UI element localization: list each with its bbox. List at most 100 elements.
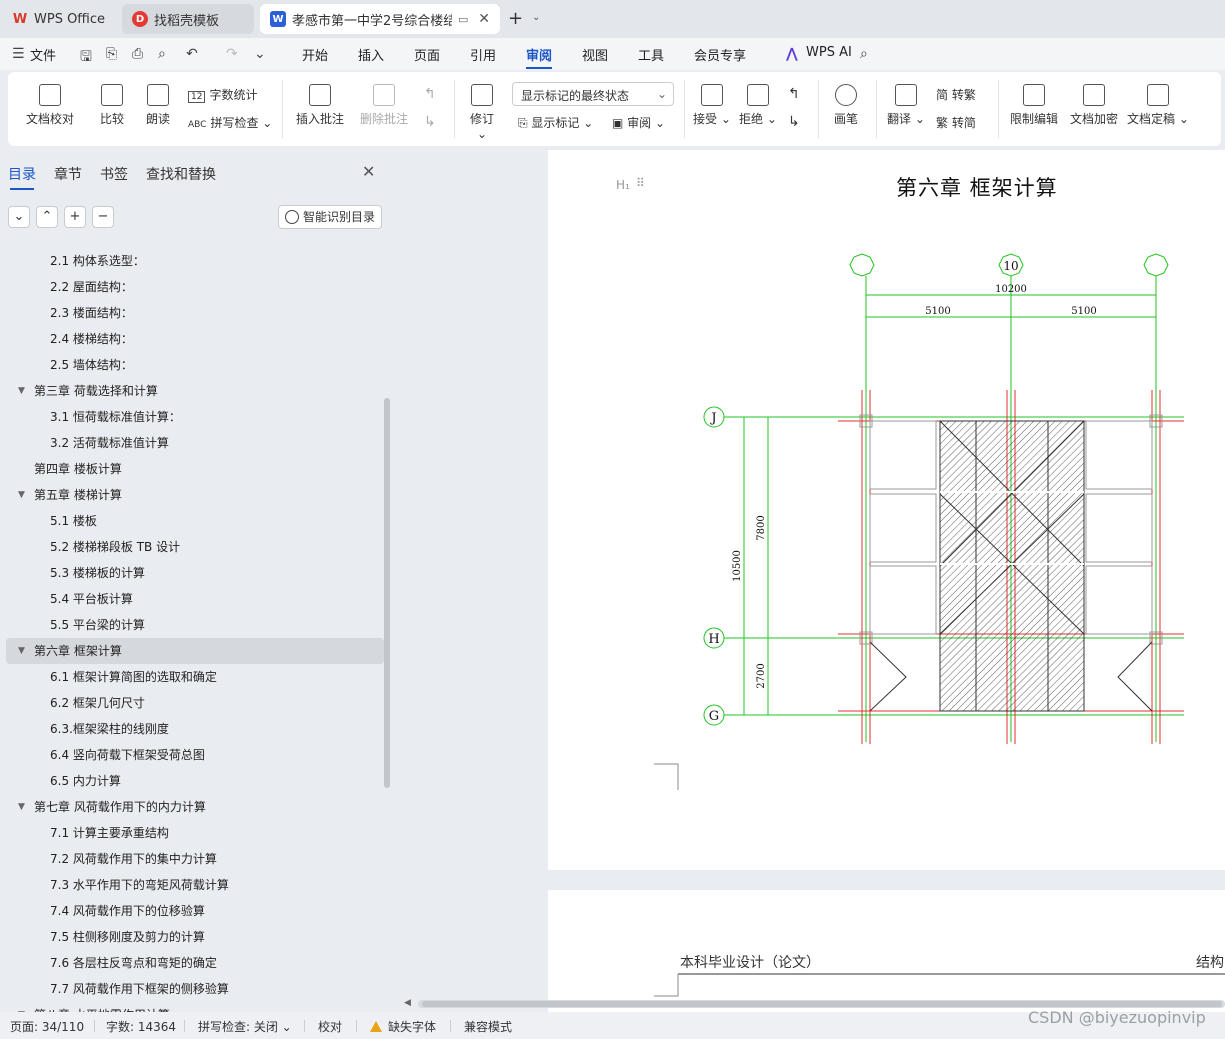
status-page[interactable]: 页面: 34/110	[10, 1018, 84, 1035]
remove-heading-button[interactable]: −	[92, 206, 114, 228]
toc-item[interactable]: 2.4 楼梯结构：	[6, 326, 384, 352]
add-heading-button[interactable]: +	[64, 206, 86, 228]
toc-item[interactable]: 6.2 框架几何尺寸	[6, 690, 384, 716]
monitor-icon[interactable]: ▭	[458, 13, 468, 26]
nav-tab-bookmarks[interactable]: 书签	[100, 164, 128, 184]
menu-member[interactable]: 会员专享	[694, 45, 746, 64]
toc-item[interactable]: ▼ 第六章 框架计算	[6, 638, 384, 664]
expand-triangle-icon[interactable]: ▼	[18, 638, 25, 664]
toc-item[interactable]: 3.2 活荷载标准值计算	[6, 430, 384, 456]
toc-item[interactable]: 6.3.框架梁柱的线刚度	[6, 716, 384, 742]
menu-review[interactable]: 审阅	[526, 45, 553, 69]
scroll-left-icon[interactable]: ◀	[404, 998, 411, 1008]
review-pane-button[interactable]: ▣ 审阅 ⌄	[612, 114, 665, 131]
collapse-button[interactable]: ⌄	[8, 206, 30, 228]
to-traditional-button[interactable]: 简 转繁	[936, 86, 976, 103]
toc-item[interactable]: 7.4 风荷载作用下的位移验算	[6, 898, 384, 924]
toc-item[interactable]: ▼ 第五章 楼梯计算	[6, 482, 384, 508]
menu-view[interactable]: 视图	[582, 45, 608, 64]
toc-item[interactable]: 6.5 内力计算	[6, 768, 384, 794]
menu-page[interactable]: 页面	[414, 45, 440, 64]
next-change-icon[interactable]: ↳	[788, 114, 800, 130]
search-icon[interactable]: ⌕	[860, 46, 868, 62]
print-preview-icon[interactable]: ⌕	[158, 46, 166, 62]
toc-item[interactable]: 5.4 平台板计算	[6, 586, 384, 612]
chevron-down-icon[interactable]: ⌄	[532, 12, 540, 23]
tab-docer[interactable]: D 找稻壳模板	[122, 4, 254, 34]
toc-item[interactable]: 第四章 楼板计算	[6, 456, 384, 482]
more-chevron-icon[interactable]: ⌄	[254, 46, 266, 62]
toc-item[interactable]: 7.2 风荷载作用下的集中力计算	[6, 846, 384, 872]
word-count-button[interactable]: 12 字数统计	[188, 86, 257, 103]
delete-comment-button[interactable]: 删除批注	[354, 84, 414, 127]
menu-file[interactable]: 文件	[30, 45, 56, 64]
status-proof[interactable]: 校对	[318, 1018, 342, 1035]
status-missing-font[interactable]: 缺失字体	[370, 1018, 436, 1035]
redo-icon[interactable]: ↷	[226, 46, 238, 62]
encrypt-button[interactable]: 文档加密	[1066, 84, 1122, 127]
document-page[interactable]: H₁ ⠿ 第六章 框架计算 10 J H G 10200 5100 5100 1…	[548, 150, 1225, 870]
to-simplified-button[interactable]: 繁 转简	[936, 114, 976, 131]
markup-state-select[interactable]: 显示标记的最终状态 ⌄	[512, 82, 674, 106]
toc-item[interactable]: ▼ 第七章 风荷载作用下的内力计算	[6, 794, 384, 820]
expand-up-button[interactable]: ⌃	[36, 206, 58, 228]
show-markup-button[interactable]: ⎘ 显示标记 ⌄	[518, 114, 593, 131]
translate-button[interactable]: 翻译 ⌄	[886, 84, 926, 127]
nav-scrollbar[interactable]	[384, 398, 390, 788]
menu-wps-ai[interactable]: WPS AI	[806, 45, 852, 60]
toc-item[interactable]: 3.1 恒荷载标准值计算：	[6, 404, 384, 430]
restrict-edit-button[interactable]: 限制编辑	[1006, 84, 1062, 127]
toc-item[interactable]: 6.1 框架计算简图的选取和确定	[6, 664, 384, 690]
new-tab-icon[interactable]: +	[508, 8, 523, 29]
save-icon[interactable]: 🖫	[80, 46, 92, 70]
menu-home[interactable]: 开始	[302, 45, 328, 64]
document-page-2[interactable]: 本科毕业设计（论文） 结构	[548, 890, 1225, 1012]
horizontal-scrollbar[interactable]	[418, 1000, 1225, 1008]
tab-wps-office[interactable]: W WPS Office	[2, 4, 116, 34]
accept-button[interactable]: 接受 ⌄	[692, 84, 732, 127]
toc-item[interactable]: 7.3 水平作用下的弯矩风荷载计算	[6, 872, 384, 898]
nav-tab-toc[interactable]: 目录	[8, 164, 36, 190]
toc-item[interactable]: 7.5 柱侧移刚度及剪力的计算	[6, 924, 384, 950]
expand-triangle-icon[interactable]: ▼	[18, 482, 25, 508]
tab-document[interactable]: W 孝感市第一中学2号综合楼结构 ▭ ✕	[260, 4, 500, 34]
toc-item[interactable]: 7.1 计算主要承重结构	[6, 820, 384, 846]
export-icon[interactable]: ⎘	[106, 46, 117, 62]
finalize-button[interactable]: 文档定稿 ⌄	[1126, 84, 1190, 127]
revise-button[interactable]: 修订 ⌄	[464, 84, 500, 141]
toc-item[interactable]: ▼ 第三章 荷载选择和计算	[6, 378, 384, 404]
pen-button[interactable]: 画笔	[830, 84, 862, 127]
menu-tools[interactable]: 工具	[638, 45, 664, 64]
close-icon[interactable]: ✕	[362, 162, 375, 181]
nav-tab-find-replace[interactable]: 查找和替换	[146, 164, 216, 184]
status-spell-check[interactable]: 拼写检查: 关闭 ⌄	[198, 1018, 292, 1035]
compare-button[interactable]: 比较	[92, 84, 132, 127]
status-words[interactable]: 字数: 14364	[106, 1018, 176, 1035]
toc-item[interactable]: 5.1 楼板	[6, 508, 384, 534]
toc-item[interactable]: 6.4 竖向荷载下框架受荷总图	[6, 742, 384, 768]
toc-item[interactable]: 2.1 构体系选型：	[6, 248, 384, 274]
next-comment-icon[interactable]: ↳	[424, 114, 436, 130]
insert-comment-button[interactable]: 插入批注	[294, 84, 346, 127]
toc-item[interactable]: 7.6 各层柱反弯点和弯矩的确定	[6, 950, 384, 976]
toc-item[interactable]: 5.5 平台梁的计算	[6, 612, 384, 638]
spell-check-button[interactable]: ABC 拼写检查 ⌄	[188, 114, 272, 131]
print-icon[interactable]: ⎙	[132, 46, 143, 62]
toc-item[interactable]: 2.5 墙体结构：	[6, 352, 384, 378]
toc-item[interactable]: 5.2 楼梯梯段板 TB 设计	[6, 534, 384, 560]
prev-comment-icon[interactable]: ↰	[424, 86, 436, 102]
smart-toc-button[interactable]: 智能识别目录	[278, 205, 382, 229]
menu-insert[interactable]: 插入	[358, 45, 384, 64]
doc-check-button[interactable]: 文档校对	[22, 84, 78, 127]
close-tab-icon[interactable]: ✕	[478, 11, 490, 27]
scrollbar-thumb[interactable]	[422, 1001, 1222, 1007]
toc-item[interactable]: 7.7 风荷载作用下框架的侧移验算	[6, 976, 384, 1002]
expand-triangle-icon[interactable]: ▼	[18, 378, 25, 404]
toc-item[interactable]: 2.2 屋面结构：	[6, 274, 384, 300]
undo-icon[interactable]: ↶	[186, 46, 198, 62]
toc-item[interactable]: 2.3 楼面结构：	[6, 300, 384, 326]
read-aloud-button[interactable]: 朗读	[142, 84, 174, 127]
reject-button[interactable]: 拒绝 ⌄	[738, 84, 778, 127]
hamburger-icon[interactable]: ☰	[12, 46, 25, 62]
toc-item[interactable]: 5.3 楼梯板的计算	[6, 560, 384, 586]
